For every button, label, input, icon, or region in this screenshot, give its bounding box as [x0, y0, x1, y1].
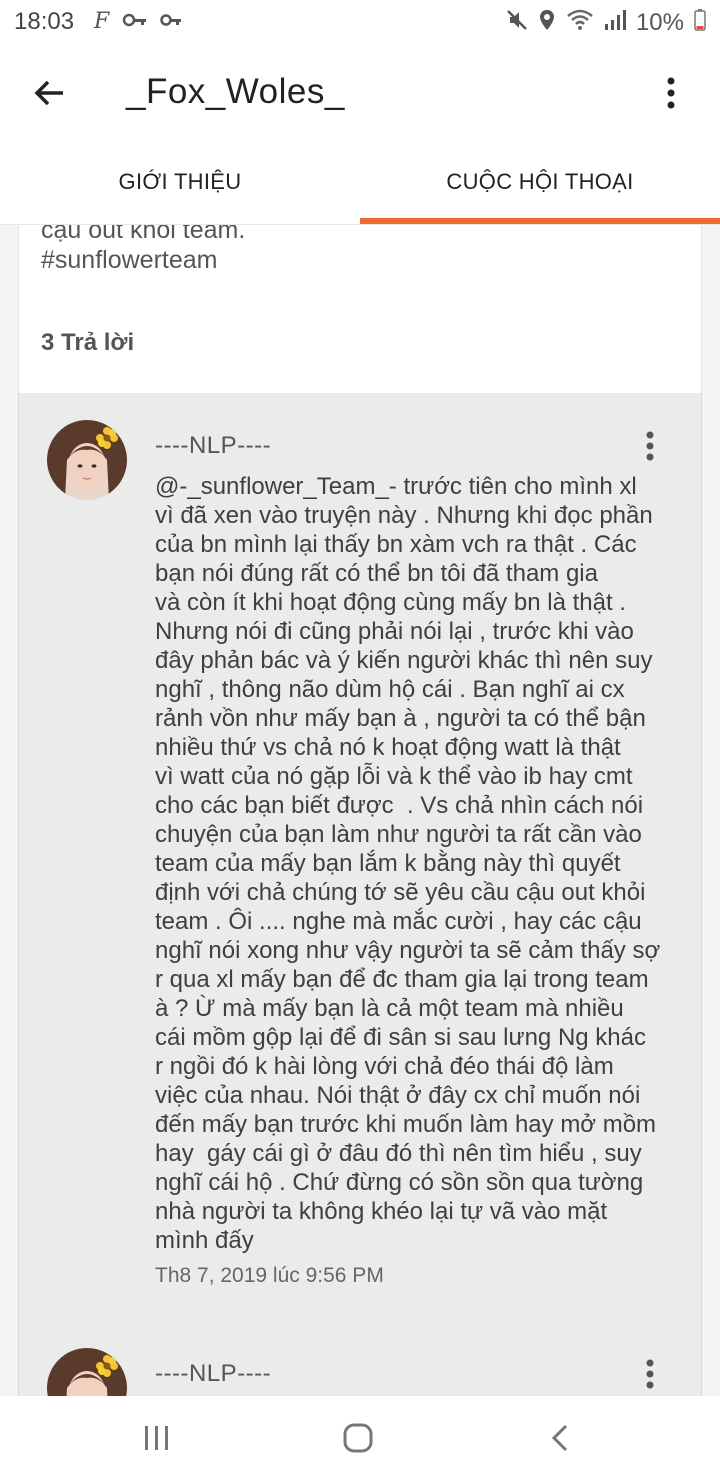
reply-text-line: của bn mình lại thấy bn xàm vch ra thật … — [155, 531, 637, 558]
arrow-left-icon — [34, 80, 63, 106]
tab-gioi-thieu[interactable]: GIỚI THIỆU — [0, 140, 360, 224]
reply-text-line: mình đấy — [155, 1227, 254, 1254]
reply-text-line: r qua xl mấy bạn để đc tham gia lại tron… — [155, 966, 649, 993]
avatar[interactable] — [47, 1348, 127, 1396]
reply-text-line: việc của nhau. Nói thật ở đây cx chỉ muố… — [155, 1082, 641, 1109]
recent-apps-button[interactable] — [133, 1414, 181, 1462]
reply-text-line: nhiều thứ vs chả nó k hoạt động watt là … — [155, 734, 621, 761]
reply-text-line: cái mồm gộp lại để đi sân si sau lưng Ng… — [155, 1024, 646, 1051]
reply-text-line: định với chả chúng tớ sẽ yêu cầu cậu out… — [155, 879, 646, 906]
back-icon — [551, 1424, 568, 1452]
reply-text-line: vì watt của nó gặp lỗi và k thể vào ib h… — [155, 763, 633, 790]
recent-apps-icon — [145, 1426, 168, 1450]
more-vertical-icon — [667, 77, 675, 109]
screen: 18:03 F 10% _Fox_Woles_ GIỚI THIỆU CUỘC … — [0, 0, 720, 1480]
reply-text-line: r ngồi đó k hài lòng với chả đéo thái độ… — [155, 1053, 614, 1080]
svg-text:F: F — [93, 9, 110, 32]
facebook-f-icon: F — [92, 8, 110, 37]
signal-icon — [604, 8, 626, 37]
page-title: _Fox_Woles_ — [126, 72, 345, 111]
system-nav-bar — [0, 1396, 720, 1480]
status-bar: 18:03 F 10% — [0, 0, 720, 44]
back-button[interactable] — [26, 70, 72, 116]
reply-text-line: nghĩ , thông não dùm hộ cái . Bạn nghĩ a… — [155, 676, 625, 703]
tab-bar: GIỚI THIỆU CUỘC HỘI THOẠI — [0, 140, 720, 225]
reply-more-button[interactable] — [635, 1354, 665, 1394]
reply-text-line: team của mấy bạn lắm k bằng này thì quyế… — [155, 850, 621, 877]
reply-text-line: team . Ôi .... nghe mà mắc cười , hay cá… — [155, 908, 642, 935]
reply-text-line: đến mấy bạn trước khi muốn làm hay mở mồ… — [155, 1111, 657, 1138]
status-right-icons: 10% — [506, 8, 706, 37]
reply-text-line: đây phản bác và ý kiến người khác thì nê… — [155, 647, 653, 674]
nav-back-button[interactable] — [536, 1414, 584, 1462]
home-icon — [343, 1423, 373, 1453]
key-icon — [122, 10, 148, 35]
battery-low-icon — [694, 8, 706, 37]
reply-text-line: @-_sunflower_Team_- trước tiên cho mình … — [155, 473, 637, 500]
key-icon — [160, 10, 182, 35]
reply-text-line: nghĩ nói xong như vậy người ta sẽ cảm th… — [155, 937, 661, 964]
reply-text-line: rảnh vồn như mấy bạn à , người ta có thể… — [155, 705, 646, 732]
home-button[interactable] — [334, 1414, 382, 1462]
reply-text-line: bạn nói đúng rất có thể bn tôi đã tham g… — [155, 560, 598, 587]
reply-text-line: nghĩ cái hộ . Chứ đừng có sồn sồn qua tư… — [155, 1169, 644, 1196]
replies-list: ----NLP---- @-_sunflower_Team_- trước ti… — [18, 393, 702, 1396]
reply-text-line: Nhưng nói đi cũng phải nói lại , trước k… — [155, 618, 634, 645]
more-vertical-icon — [646, 1359, 654, 1389]
mute-icon — [506, 8, 528, 37]
reply-text: @-_sunflower_Team_- trước tiên cho mình … — [155, 472, 685, 1255]
reply-text-line: chuyện của bạn làm như người ta rất cần … — [155, 821, 642, 848]
post-text: cậu out khỏi team. #sunflowerteam — [41, 225, 246, 274]
wifi-icon — [566, 8, 594, 37]
more-options-button[interactable] — [648, 70, 694, 116]
reply-text-line: cho các bạn biết được . Vs chả nhìn cách… — [155, 792, 644, 819]
avatar[interactable] — [47, 420, 127, 500]
more-vertical-icon — [646, 431, 654, 461]
reply-count[interactable]: 3 Trả lời — [41, 329, 134, 357]
reply-text-line: vì đã xen vào truyện này . Nhưng khi đọc… — [155, 502, 653, 529]
reply-more-button[interactable] — [635, 426, 665, 466]
reply-author[interactable]: ----NLP---- — [155, 432, 271, 460]
location-icon — [538, 8, 556, 37]
battery-percent: 10% — [635, 8, 684, 36]
reply-text-line: hay gáy cái gì ở đâu đó thì nên tìm hiểu… — [155, 1140, 642, 1167]
reply-text-line: và còn ít khi hoạt động cùng mấy bn là t… — [155, 589, 626, 616]
tab-cuoc-hoi-thoai[interactable]: CUỘC HỘI THOẠI — [360, 140, 720, 224]
reply-author[interactable]: ----NLP---- — [155, 1360, 271, 1388]
reply-text-line: à ? Ừ mà mấy bạn là cả một team mà nhiều — [155, 995, 624, 1022]
app-bar: _Fox_Woles_ — [0, 44, 720, 140]
reply-timestamp: Th8 7, 2019 lúc 9:56 PM — [155, 1264, 384, 1287]
conversation-content[interactable]: cậu out khỏi team. #sunflowerteam 3 Trả … — [0, 225, 720, 1396]
status-left-icons: F — [92, 8, 182, 37]
status-time: 18:03 — [14, 8, 75, 35]
reply-text-line: nhà người ta không khéo lại tự vã vào mặ… — [155, 1198, 608, 1225]
